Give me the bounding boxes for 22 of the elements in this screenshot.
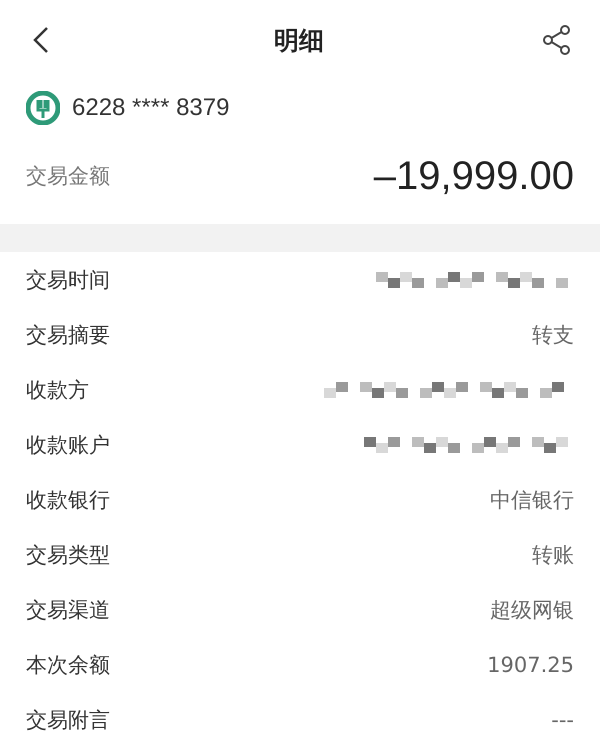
bank-logo-icon	[26, 91, 60, 125]
amount-label: 交易金额	[26, 163, 110, 190]
amount-value: –19,999.00	[374, 154, 574, 198]
detail-value: 中信银行	[490, 486, 574, 514]
detail-label: 本次余额	[26, 652, 110, 678]
back-icon	[32, 25, 50, 55]
detail-label: 收款账户	[26, 432, 110, 458]
detail-label: 交易摘要	[26, 322, 110, 348]
share-icon	[541, 24, 573, 56]
detail-value: 1907.25	[487, 652, 574, 676]
detail-value: ---	[551, 708, 574, 732]
detail-label: 收款银行	[26, 486, 110, 514]
detail-label: 收款方	[26, 376, 89, 404]
card-number: 6228 **** 8379	[72, 94, 230, 122]
detail-value: 转账	[532, 542, 574, 568]
page-title: 明细	[274, 24, 324, 56]
detail-label: 交易附言	[26, 706, 110, 734]
detail-label: 交易渠道	[26, 596, 110, 624]
detail-label: 交易类型	[26, 542, 110, 568]
detail-value: 转支	[532, 322, 574, 348]
detail-value: 超级网银	[490, 596, 574, 624]
detail-label: 交易时间	[26, 266, 110, 294]
